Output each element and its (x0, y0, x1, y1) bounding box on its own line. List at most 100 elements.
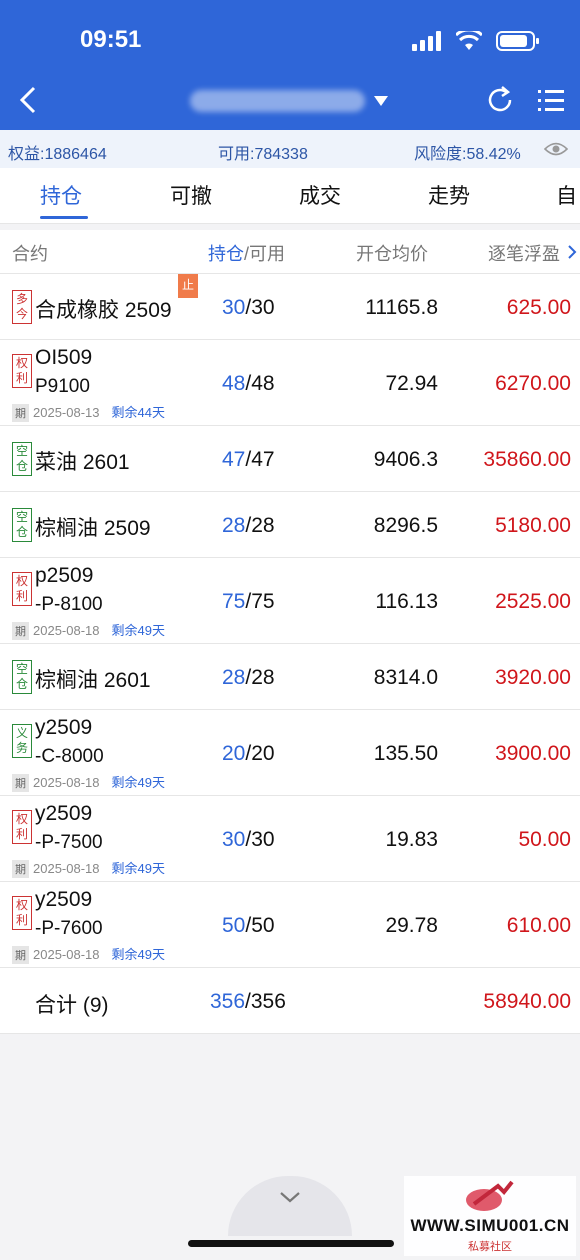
table-row[interactable]: 义务 y2509 -C-8000 期 2025-08-18 剩余49天 20/20 … (0, 710, 580, 796)
avg-price: 8314.0 (373, 666, 438, 689)
available-value: 可用:784338 (218, 146, 308, 163)
status-icons (412, 30, 540, 52)
watermark-logo-icon (466, 1180, 514, 1211)
avg-price: 116.13 (375, 590, 438, 613)
expiry-info: 期 2025-08-18 剩余49天 (12, 620, 165, 640)
direction-tag: 权利 (12, 572, 32, 606)
table-row[interactable]: 空仓 棕榈油 2509 28/28 8296.5 5180.00 (0, 492, 580, 558)
floating-pnl: 5180.00 (495, 514, 571, 537)
position-qty: 20/20 (222, 742, 275, 765)
floating-pnl: 50.00 (518, 828, 571, 851)
expiry-info: 期 2025-08-13 剩余44天 (12, 402, 165, 422)
refresh-icon[interactable] (484, 84, 516, 116)
avg-price: 9406.3 (373, 448, 438, 471)
contract-name: y2509 (35, 802, 93, 825)
caret-down-icon (374, 96, 388, 106)
floating-pnl: 3920.00 (495, 666, 571, 689)
chevron-left-icon[interactable] (12, 82, 48, 118)
floating-pnl: 35860.00 (483, 448, 571, 471)
account-summary-bar: 权益:1886464 可用:784338 风险度:58.42% (0, 130, 580, 168)
tab-cancelable[interactable]: 可撤 (170, 180, 212, 210)
contract-strike: P9100 (35, 376, 90, 397)
list-menu-icon[interactable] (536, 86, 566, 116)
watermark: WWW.SIMU001.CN 私募社区 (404, 1176, 576, 1256)
total-label: 合计 (9) (35, 994, 109, 1017)
tab-custom[interactable]: 自 (556, 180, 577, 210)
account-selector[interactable] (190, 84, 390, 118)
stop-badge: 止 (178, 274, 198, 298)
table-row[interactable]: 空仓 棕榈油 2601 28/28 8314.0 3920.00 (0, 644, 580, 710)
tab-bar: 持仓 可撤 成交 走势 自 (0, 168, 580, 224)
col-pnl: 逐笔浮盈 (488, 244, 560, 264)
direction-tag: 权利 (12, 896, 32, 930)
contract-name: 棕榈油 2601 (35, 669, 151, 692)
avg-price: 11165.8 (365, 296, 438, 319)
total-pnl: 58940.00 (483, 990, 571, 1013)
contract-name: 棕榈油 2509 (35, 517, 151, 540)
position-qty: 28/28 (222, 514, 275, 537)
tab-trend[interactable]: 走势 (428, 180, 470, 210)
tab-active-indicator (40, 216, 88, 219)
avg-price: 135.50 (373, 742, 438, 765)
floating-pnl: 6270.00 (495, 372, 571, 395)
table-row[interactable]: 权利 y2509 -P-7600 期 2025-08-18 剩余49天 50/50 … (0, 882, 580, 968)
app-header: 09:51 (0, 0, 580, 130)
wifi-icon (456, 31, 482, 50)
contract-name: y2509 (35, 888, 93, 911)
table-row[interactable]: 空仓 菜油 2601 47/47 9406.3 35860.00 (0, 426, 580, 492)
col-hold: 持仓 (208, 244, 244, 264)
contract-name: OI509 (35, 346, 93, 369)
contract-name: 合成橡胶 2509 (35, 299, 172, 322)
direction-tag: 权利 (12, 354, 32, 388)
col-avg-price: 开仓均价 (356, 244, 428, 264)
contract-strike: -C-8000 (35, 746, 104, 767)
direction-tag: 权利 (12, 810, 32, 844)
tab-trades[interactable]: 成交 (299, 180, 341, 210)
contract-strike: -P-8100 (35, 594, 103, 615)
home-indicator[interactable] (188, 1240, 394, 1247)
direction-tag: 空仓 (12, 508, 32, 542)
direction-tag: 义务 (12, 724, 32, 758)
direction-tag: 空仓 (12, 442, 32, 476)
table-row[interactable]: 权利 y2509 -P-7500 期 2025-08-18 剩余49天 30/30 … (0, 796, 580, 882)
avg-price: 72.94 (385, 372, 438, 395)
contract-name: y2509 (35, 716, 93, 739)
status-time: 09:51 (80, 26, 142, 53)
col-hold-avail[interactable]: 持仓/可用 (208, 240, 285, 266)
position-qty: 30/30 (222, 296, 275, 319)
contract-name: 菜油 2601 (35, 451, 130, 474)
positions-table: 多今 合成橡胶 2509 止 30/30 11165.8 625.00 权利 O… (0, 274, 580, 1034)
table-row[interactable]: 多今 合成橡胶 2509 止 30/30 11165.8 625.00 (0, 274, 580, 340)
floating-pnl: 625.00 (506, 296, 571, 319)
position-qty: 30/30 (222, 828, 275, 851)
direction-tag: 空仓 (12, 660, 32, 694)
floating-pnl: 2525.00 (495, 590, 571, 613)
direction-tag: 多今 (12, 290, 32, 324)
eye-icon[interactable] (544, 140, 568, 158)
total-qty: 356/356 (210, 990, 286, 1013)
total-row: 合计 (9) 356/356 58940.00 (0, 968, 580, 1034)
expiry-info: 期 2025-08-18 剩余49天 (12, 772, 165, 792)
position-qty: 48/48 (222, 372, 275, 395)
watermark-text: WWW.SIMU001.CN (410, 1216, 570, 1235)
table-row[interactable]: 权利 p2509 -P-8100 期 2025-08-18 剩余49天 75/75 … (0, 558, 580, 644)
chevron-down-icon (280, 1192, 300, 1203)
equity-value: 权益:1886464 (8, 146, 107, 163)
position-qty: 47/47 (222, 448, 275, 471)
contract-strike: -P-7500 (35, 832, 103, 853)
position-qty: 28/28 (222, 666, 275, 689)
position-qty: 50/50 (222, 914, 275, 937)
expiry-info: 期 2025-08-18 剩余49天 (12, 944, 165, 964)
table-row[interactable]: 权利 OI509 P9100 期 2025-08-13 剩余44天 48/48 72… (0, 340, 580, 426)
position-qty: 75/75 (222, 590, 275, 613)
account-name-blurred (190, 90, 365, 112)
tab-positions[interactable]: 持仓 (40, 180, 82, 210)
chevron-right-icon[interactable] (566, 244, 578, 260)
col-avail: /可用 (244, 244, 286, 264)
collapse-handle[interactable] (228, 1176, 352, 1236)
expiry-info: 期 2025-08-18 剩余49天 (12, 858, 165, 878)
risk-value: 风险度:58.42% (414, 146, 521, 163)
floating-pnl: 3900.00 (495, 742, 571, 765)
floating-pnl: 610.00 (506, 914, 571, 937)
avg-price: 29.78 (385, 914, 438, 937)
